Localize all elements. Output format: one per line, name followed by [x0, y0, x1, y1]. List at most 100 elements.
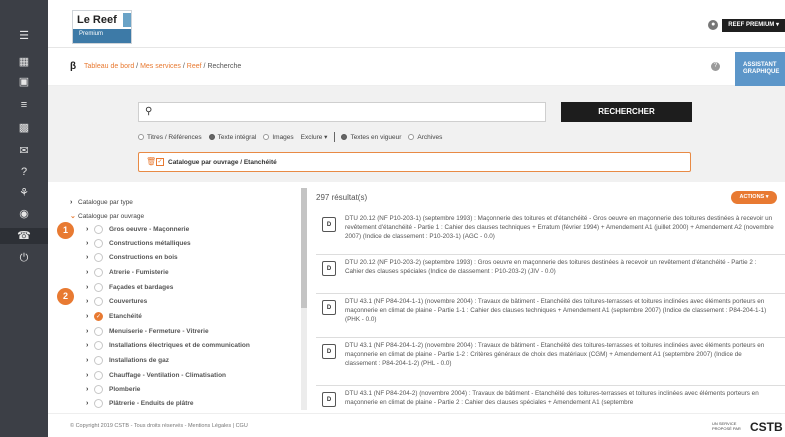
phone-icon[interactable]: ☎: [0, 228, 48, 244]
power-icon[interactable]: ⏻: [0, 250, 48, 266]
checkbox-circle[interactable]: [94, 224, 103, 234]
mail-icon[interactable]: ✉: [0, 143, 48, 159]
breadcrumb-current: Recherche: [207, 63, 242, 70]
document-icon: D: [322, 392, 336, 407]
tree-scrollbar[interactable]: [301, 188, 307, 410]
chevron-right-icon: ›: [86, 297, 89, 305]
result-title[interactable]: DTU 43.1 (NF P84-204-1-1) (novembre 2004…: [345, 297, 775, 324]
result-title[interactable]: DTU 20.12 (NF P10-203-1) (septembre 1993…: [345, 214, 775, 241]
user-menu-button[interactable]: REEF PREMIUM ▾: [722, 18, 785, 32]
tree-root-type[interactable]: › Catalogue par type: [70, 195, 133, 209]
checkbox-circle[interactable]: [94, 340, 103, 350]
checkbox-circle[interactable]: [94, 238, 103, 248]
tree-scrollbar-thumb[interactable]: [301, 188, 307, 308]
checkbox-circle[interactable]: [94, 326, 103, 336]
exclude-dropdown[interactable]: Exclure ▾: [301, 133, 328, 142]
result-item[interactable]: D DTU 43.1 (NF P84-204-1-1) (novembre 20…: [316, 294, 785, 338]
search-button[interactable]: RECHERCHER: [561, 102, 692, 122]
tree-item[interactable]: › Couvertures: [86, 294, 147, 308]
user-icon[interactable]: ◉: [0, 206, 48, 222]
chevron-right-icon: ›: [86, 399, 89, 407]
checkbox-circle[interactable]: [94, 398, 103, 408]
tree-item-selected[interactable]: › ✓ Etanchéité: [86, 309, 142, 323]
basket-icon[interactable]: ⚘: [0, 185, 48, 201]
active-filter: 🗑 ✓ Catalogue par ouvrage / Etanchéité: [138, 152, 691, 172]
help-circle-icon[interactable]: ?: [711, 62, 720, 71]
user-area: ● REEF PREMIUM ▾: [708, 18, 785, 32]
logo-subtitle: Premium: [79, 31, 104, 37]
option-in-force[interactable]: Textes en vigueur: [341, 134, 401, 141]
chevron-right-icon: ›: [86, 327, 89, 335]
search-input[interactable]: ⚲: [138, 102, 546, 122]
step-badge-1: 1: [57, 222, 74, 239]
active-filter-label: Catalogue par ouvrage / Etanchéité: [168, 159, 277, 166]
chevron-right-icon: ›: [86, 385, 89, 393]
step-badge-2: 2: [57, 288, 74, 305]
result-title[interactable]: DTU 20.12 (NF P10-203-2) (septembre 1993…: [345, 258, 775, 276]
result-title[interactable]: DTU 43.1 (NF P84-204-2) (novembre 2004) …: [345, 389, 775, 407]
result-item[interactable]: D DTU 43.1 (NF P84-204-1-2) (novembre 20…: [316, 338, 785, 386]
checkbox-icon[interactable]: ✓: [156, 158, 164, 166]
footer: © Copyright 2019 CSTB - Tous droits rése…: [48, 413, 785, 437]
account-icon[interactable]: ●: [708, 20, 719, 30]
top-header: Le Reef Premium ● REEF PREMIUM ▾: [48, 0, 785, 48]
list-icon[interactable]: ≡: [0, 97, 48, 113]
chevron-right-icon: ›: [86, 239, 89, 247]
menu-icon[interactable]: ☰: [0, 28, 48, 44]
checkbox-circle[interactable]: [94, 355, 103, 365]
tree-item[interactable]: › Menuiserie - Fermeture - Vitrerie: [86, 324, 209, 338]
tree-item[interactable]: › Atrerie - Fumisterie: [86, 265, 169, 279]
help-icon[interactable]: ?: [0, 164, 48, 180]
cstb-logo[interactable]: CSTB: [750, 420, 783, 434]
search-panel: ⚲ RECHERCHER Titres / Références Texte i…: [48, 86, 785, 182]
breadcrumb-services[interactable]: Mes services: [140, 63, 181, 70]
document-icon: D: [322, 261, 336, 276]
chevron-right-icon: ›: [86, 283, 89, 291]
tree-item[interactable]: › Constructions métalliques: [86, 236, 191, 250]
option-archives[interactable]: Archives: [408, 134, 442, 141]
tree-root-ouvrage[interactable]: ⌄ Catalogue par ouvrage: [70, 209, 144, 223]
trash-icon[interactable]: 🗑: [146, 157, 156, 166]
document-icon: D: [322, 217, 336, 232]
dashboard-icon[interactable]: ▦: [0, 54, 48, 70]
tree-item[interactable]: › Gros oeuvre - Maçonnerie: [86, 222, 189, 236]
checkbox-circle[interactable]: [94, 370, 103, 380]
left-sidebar: ☰ ▦ ▣ ≡ ▩ ✉ ? ⚘ ◉ ☎ ⏻: [0, 0, 48, 437]
checked-circle-icon[interactable]: ✓: [94, 311, 103, 321]
checkbox-circle[interactable]: [94, 267, 103, 277]
tree-item[interactable]: › Installations électriques et de communi…: [86, 338, 250, 352]
checkbox-circle[interactable]: [94, 252, 103, 262]
chevron-right-icon: ›: [86, 253, 89, 261]
tree-item[interactable]: › Plâtrerie - Enduits de plâtre: [86, 396, 194, 410]
checkbox-circle[interactable]: [94, 296, 103, 306]
tree-item[interactable]: › Façades et bardages: [86, 280, 173, 294]
logo-mark-icon: [123, 13, 131, 27]
search-options: Titres / Références Texte intégral Image…: [138, 132, 449, 142]
calendar-icon[interactable]: ▩: [0, 120, 48, 136]
breadcrumb-reef[interactable]: Reef: [187, 63, 202, 70]
actions-button[interactable]: ACTIONS ▾: [731, 191, 777, 204]
result-item[interactable]: D DTU 43.1 (NF P84-204-2) (novembre 2004…: [316, 386, 785, 413]
checkbox-circle[interactable]: [94, 384, 103, 394]
tree-item[interactable]: › Constructions en bois: [86, 250, 178, 264]
briefcase-icon[interactable]: ▣: [0, 74, 48, 90]
logo-title: Le Reef: [77, 14, 117, 26]
option-full-text[interactable]: Texte intégral: [208, 134, 256, 141]
tree-item[interactable]: › Chauffage - Ventilation - Climatisation: [86, 368, 226, 382]
reef-logo[interactable]: Le Reef Premium: [72, 10, 132, 44]
copyright-text[interactable]: © Copyright 2019 CSTB - Tous droits rése…: [70, 423, 248, 429]
chevron-right-icon: ›: [70, 198, 73, 206]
breadcrumb: Tableau de bord / Mes services / Reef / …: [84, 63, 242, 70]
search-icon: ⚲: [145, 106, 153, 117]
option-images[interactable]: Images: [263, 134, 294, 141]
tree-item[interactable]: › Installations de gaz: [86, 353, 169, 367]
result-item[interactable]: D DTU 20.12 (NF P10-203-1) (septembre 19…: [316, 211, 785, 255]
cstb-mini-logo-icon: β: [70, 61, 77, 72]
tree-item[interactable]: › Plomberie: [86, 382, 140, 396]
result-title[interactable]: DTU 43.1 (NF P84-204-1-2) (novembre 2004…: [345, 341, 775, 368]
document-icon: D: [322, 344, 336, 359]
option-titles[interactable]: Titres / Références: [138, 134, 202, 141]
breadcrumb-dashboard[interactable]: Tableau de bord: [84, 63, 134, 70]
result-item[interactable]: D DTU 20.12 (NF P10-203-2) (septembre 19…: [316, 255, 785, 294]
checkbox-circle[interactable]: [94, 282, 103, 292]
